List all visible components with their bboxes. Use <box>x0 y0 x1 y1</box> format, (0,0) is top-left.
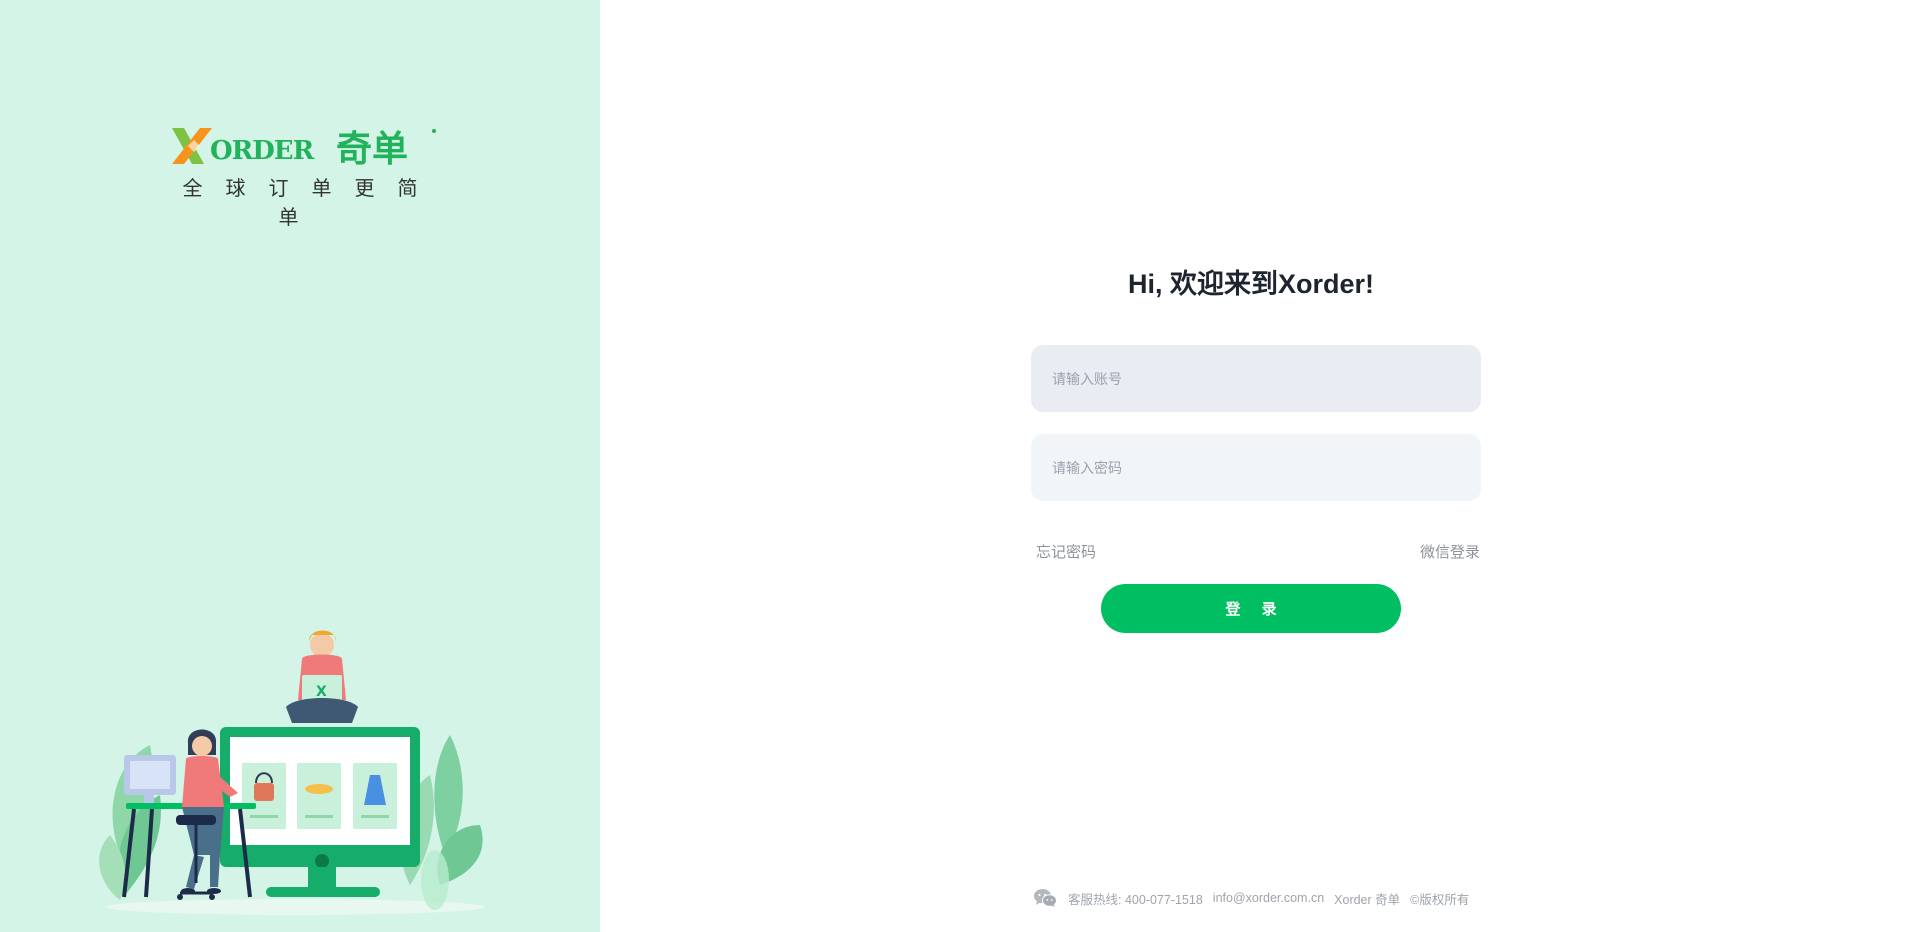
svg-text:奇单: 奇单 <box>336 129 408 166</box>
password-input[interactable] <box>1031 434 1481 501</box>
xorder-logo: ORDER 奇单 <box>172 128 436 166</box>
welcome-heading: Hi, 欢迎来到Xorder! <box>1127 269 1375 299</box>
footer-company: Xorder 奇单 <box>1334 892 1401 907</box>
login-page: ORDER 奇单 全球订单更简单 X Hi, 欢迎来到Xorder! 请输入账号… <box>0 0 1912 932</box>
account-input[interactable] <box>1031 345 1481 412</box>
svg-text:X: X <box>316 684 327 700</box>
wechat-login-link[interactable]: 微信登录 <box>1420 541 1480 562</box>
footer-hotline: 客服热线: 400-077-1518 <box>1068 892 1203 907</box>
brand-panel: ORDER 奇单 全球订单更简单 X <box>0 0 600 932</box>
footer: 客服热线: 400-077-1518 info@xorder.com.cn Xo… <box>1033 888 1469 908</box>
office-illustration: X <box>99 630 485 915</box>
brand-slogan: 全球订单更简单 <box>182 176 441 229</box>
forgot-password-link[interactable]: 忘记密码 <box>1036 541 1096 562</box>
wechat-icon <box>1034 889 1057 907</box>
svg-text:ORDER: ORDER <box>210 136 315 166</box>
login-button[interactable]: 登 录 <box>1101 584 1401 633</box>
footer-copyright: ©版权所有 <box>1410 892 1470 907</box>
footer-email: info@xorder.com.cn <box>1212 891 1325 905</box>
